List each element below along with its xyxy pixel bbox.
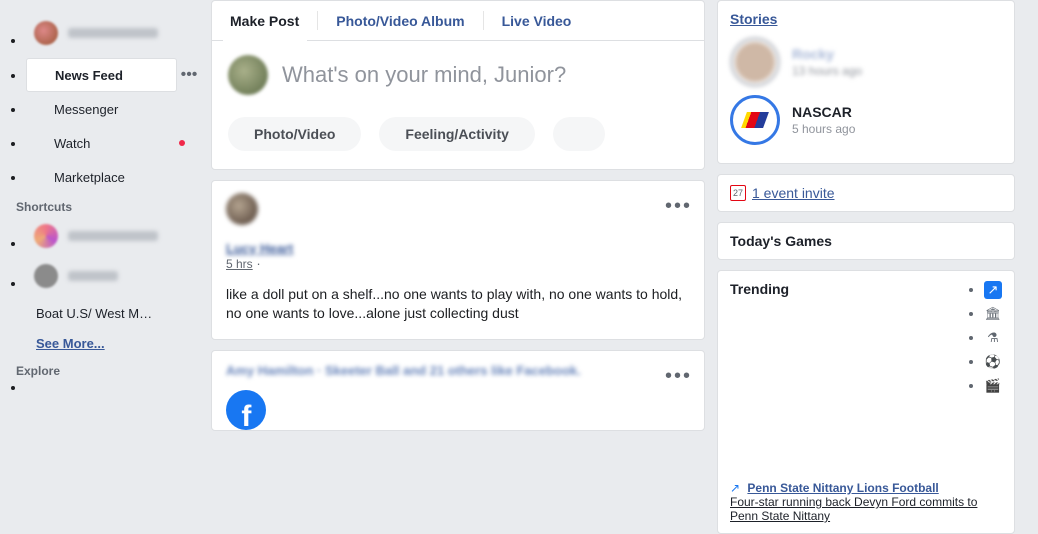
right-rail: Stories Rocky 13 hours ago NASCAR 5 hour…	[711, 0, 1021, 508]
story-author: Rocky	[792, 46, 862, 62]
shortcut-item[interactable]	[26, 216, 201, 256]
shortcut-label-blurred	[68, 271, 118, 281]
sidebar-profile[interactable]	[26, 8, 201, 58]
group-avatar-icon	[34, 224, 58, 248]
sidebar-item-news-feed[interactable]: News Feed	[26, 58, 177, 92]
profile-name-blurred	[68, 28, 158, 38]
sidebar-label: Messenger	[54, 102, 118, 117]
trending-filter-science-icon[interactable]: ⚗	[984, 329, 1002, 347]
main-feed: Make Post Photo/Video Album Live Video W…	[205, 0, 711, 508]
tab-photo-video-album[interactable]: Photo/Video Album	[317, 11, 482, 30]
left-sidebar: News Feed ••• Messenger Watch Marketplac…	[0, 0, 205, 508]
shortcut-item[interactable]	[26, 256, 201, 296]
story-item[interactable]: Rocky 13 hours ago	[730, 37, 1002, 87]
composer-action-feeling-activity[interactable]: Feeling/Activity	[379, 117, 534, 151]
sidebar-label: Marketplace	[54, 170, 125, 185]
avatar-icon	[226, 193, 258, 225]
story-avatar-ring-icon	[730, 95, 780, 145]
news-feed-options-icon[interactable]: •••	[177, 66, 201, 84]
shortcuts-header: Shortcuts	[8, 194, 201, 216]
story-author: NASCAR	[792, 104, 855, 120]
story-time: 13 hours ago	[792, 64, 862, 78]
sidebar-item-watch[interactable]: Watch	[26, 126, 201, 160]
post-activity-line: Amy Hamilton · Skeeter Ball and 21 other…	[226, 363, 690, 378]
trending-headline[interactable]: Penn State Nittany Lions Football	[747, 481, 938, 495]
composer-card: Make Post Photo/Video Album Live Video W…	[211, 0, 705, 170]
trending-filter-politics-icon[interactable]: 🏛	[984, 305, 1002, 323]
facebook-logo-icon	[226, 390, 266, 430]
story-item[interactable]: NASCAR 5 hours ago	[730, 95, 1002, 145]
composer-tabs: Make Post Photo/Video Album Live Video	[212, 1, 704, 41]
sidebar-label: Watch	[54, 136, 90, 151]
avatar-icon	[228, 55, 268, 95]
trending-filter-sports-icon[interactable]: ⚽	[984, 353, 1002, 371]
trending-card: Trending ↗ 🏛 ⚗ ⚽ 🎬 ↗ Penn State Nittany …	[717, 270, 1015, 534]
nascar-logo-icon	[741, 112, 769, 128]
explore-header: Explore	[8, 358, 201, 380]
shortcut-label-blurred	[68, 231, 158, 241]
sidebar-item-marketplace[interactable]: Marketplace	[26, 160, 201, 194]
trending-title: Trending	[730, 281, 789, 297]
trending-item[interactable]: ↗ Penn State Nittany Lions Football Four…	[730, 481, 1002, 523]
trending-description: Four-star running back Devyn Ford commit…	[730, 495, 977, 523]
event-invite-link[interactable]: 1 event invite	[752, 185, 835, 201]
trending-filter-top-icon[interactable]: ↗	[984, 281, 1002, 299]
notification-dot-icon	[179, 140, 185, 146]
sidebar-label: News Feed	[55, 68, 123, 83]
group-avatar-icon	[34, 264, 58, 288]
calendar-icon: 27	[730, 185, 746, 201]
shortcut-item-boat[interactable]: Boat U.S/ West M…	[8, 296, 201, 330]
tab-make-post[interactable]: Make Post	[212, 1, 317, 40]
events-card: 27 1 event invite	[717, 174, 1015, 212]
stories-card: Stories Rocky 13 hours ago NASCAR 5 hour…	[717, 0, 1015, 164]
shortcut-label: Boat U.S/ West M…	[36, 306, 152, 321]
post-options-icon[interactable]: •••	[665, 195, 692, 218]
trending-arrow-icon: ↗	[730, 481, 740, 495]
shortcuts-see-more[interactable]: See More...	[8, 330, 201, 358]
story-time: 5 hours ago	[792, 122, 855, 136]
post-body: like a doll put on a shelf...no one want…	[226, 285, 690, 323]
tab-live-video[interactable]: Live Video	[483, 11, 590, 30]
composer-action-more[interactable]	[553, 117, 605, 151]
games-card: Today's Games	[717, 222, 1015, 260]
avatar-icon	[34, 21, 58, 45]
composer-action-photo-video[interactable]: Photo/Video	[228, 117, 361, 151]
story-avatar-ring-icon	[730, 37, 780, 87]
trending-filter-entertainment-icon[interactable]: 🎬	[984, 377, 1002, 395]
feed-post: ••• Amy Hamilton · Skeeter Ball and 21 o…	[211, 350, 705, 431]
feed-post: ••• Lucy Heart 5 hrs · like a doll put o…	[211, 180, 705, 340]
games-title: Today's Games	[730, 233, 1002, 249]
sidebar-item-messenger[interactable]: Messenger	[26, 92, 201, 126]
post-author-link[interactable]: Lucy Heart	[226, 241, 293, 256]
stories-link[interactable]: Stories	[730, 11, 777, 27]
post-timestamp[interactable]: 5 hrs	[226, 257, 253, 271]
composer-input[interactable]: What's on your mind, Junior?	[282, 62, 688, 88]
